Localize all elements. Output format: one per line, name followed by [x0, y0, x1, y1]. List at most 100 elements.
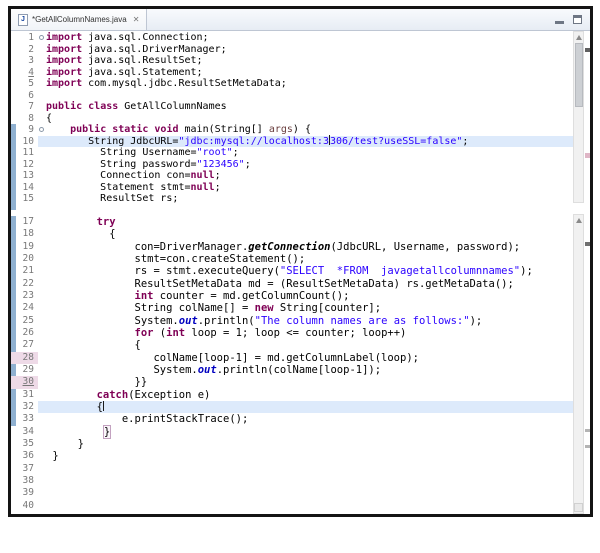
- code-line[interactable]: 27 {: [11, 339, 573, 351]
- line-number[interactable]: 9: [11, 124, 38, 136]
- code-line[interactable]: 29 System.out.println(colName[loop-1]);: [11, 364, 573, 376]
- line-number[interactable]: 27: [11, 339, 38, 351]
- code-line[interactable]: 8{: [11, 113, 573, 125]
- code-line[interactable]: 2 import java.sql.DriverManager;: [11, 44, 573, 56]
- fold-marker-icon[interactable]: [38, 32, 46, 44]
- line-number[interactable]: 20: [11, 253, 38, 265]
- overview-ruler[interactable]: [585, 31, 590, 514]
- code-line[interactable]: 7 public class GetAllColumnNames: [11, 101, 573, 113]
- line-number[interactable]: 2: [11, 44, 38, 56]
- line-number[interactable]: 23: [11, 290, 38, 302]
- scrollbar-end-box[interactable]: [574, 503, 583, 512]
- scrollbar-track-top[interactable]: [573, 31, 584, 203]
- line-number[interactable]: 38: [11, 475, 38, 487]
- code-line[interactable]: 37: [11, 463, 573, 475]
- code-line[interactable]: 13 Connection con=null;: [11, 170, 573, 182]
- code-line[interactable]: 12 String password="123456";: [11, 159, 573, 171]
- code-line[interactable]: 15 ResultSet rs;: [11, 193, 573, 205]
- line-number[interactable]: 24: [11, 302, 38, 314]
- code-line[interactable]: 28 colName[loop-1] = md.getColumnLabel(l…: [11, 351, 573, 364]
- code-line[interactable]: 25 System.out.println("The column names …: [11, 315, 573, 327]
- annotation-mark[interactable]: [585, 153, 590, 158]
- line-number[interactable]: [11, 205, 38, 217]
- line-number[interactable]: 40: [11, 500, 38, 512]
- code-line[interactable]: 14 Statement stmt=null;: [11, 182, 573, 194]
- line-number[interactable]: 10: [11, 136, 38, 148]
- code-line[interactable]: 9 public static void main(String[] args)…: [11, 124, 573, 136]
- code-editor[interactable]: 1 import java.sql.Connection; 2 import java…: [11, 31, 590, 514]
- line-number[interactable]: 31: [11, 389, 38, 401]
- line-number[interactable]: 7: [11, 101, 38, 113]
- line-number[interactable]: 5: [11, 78, 38, 90]
- scroll-up-arrow-icon[interactable]: [576, 35, 582, 40]
- code-line[interactable]: 24 String colName[] = new String[counter…: [11, 302, 573, 314]
- code-line[interactable]: 35 }: [11, 438, 573, 450]
- line-number[interactable]: 15: [11, 193, 38, 205]
- line-number[interactable]: 25: [11, 315, 38, 327]
- line-number[interactable]: 37: [11, 463, 38, 475]
- code-line[interactable]: 26 for (int loop = 1; loop <= counter; l…: [11, 327, 573, 339]
- scrollbar-thumb[interactable]: [575, 43, 583, 107]
- code-line[interactable]: 33 e.printStackTrace();: [11, 413, 573, 425]
- line-number[interactable]: 3: [11, 55, 38, 67]
- line-number[interactable]: 6: [11, 90, 38, 102]
- line-number[interactable]: 13: [11, 170, 38, 182]
- code-line[interactable]: 4 import java.sql.Statement;: [11, 67, 573, 79]
- tab-close-icon[interactable]: ✕: [133, 15, 140, 24]
- minimize-icon[interactable]: [555, 20, 564, 24]
- code-line[interactable]: 39: [11, 487, 573, 499]
- code-line[interactable]: 23 int counter = md.getColumnCount();: [11, 290, 573, 302]
- code-line[interactable]: 5 import com.mysql.jdbc.ResultSetMetaData…: [11, 78, 573, 90]
- code-line[interactable]: 36 }: [11, 450, 573, 462]
- line-number[interactable]: 35: [11, 438, 38, 450]
- code-line[interactable]: 40: [11, 500, 573, 512]
- code-line[interactable]: 19 con=DriverManager.getConnection(JdbcU…: [11, 241, 573, 253]
- code-line[interactable]: 21 rs = stmt.executeQuery("SELECT *FROM …: [11, 265, 573, 277]
- code-line[interactable]: [11, 205, 573, 217]
- line-number[interactable]: 4: [11, 67, 38, 79]
- code-text: for (int loop = 1; loop <= counter; loop…: [134, 326, 407, 339]
- maximize-icon[interactable]: [573, 15, 582, 24]
- code-line[interactable]: 34 }: [11, 424, 573, 439]
- code-line[interactable]: 31 catch(Exception e): [11, 389, 573, 401]
- line-number[interactable]: 29: [11, 364, 38, 376]
- code-line[interactable]: 17 try: [11, 216, 573, 228]
- code-line[interactable]: 11 String Username="root";: [11, 147, 573, 159]
- code-line[interactable]: 30 }}: [11, 376, 573, 389]
- line-number[interactable]: 14: [11, 182, 38, 194]
- line-number[interactable]: 36: [11, 450, 38, 462]
- line-number[interactable]: 33: [11, 413, 38, 425]
- code-line[interactable]: 10 String JdbcURL="jdbc:mysql://localhos…: [11, 134, 573, 148]
- annotation-mark[interactable]: [585, 48, 590, 52]
- line-number[interactable]: 11: [11, 147, 38, 159]
- line-number[interactable]: 28: [11, 351, 38, 364]
- line-number[interactable]: 21: [11, 265, 38, 277]
- fold-marker-icon[interactable]: [38, 124, 46, 136]
- line-number[interactable]: 22: [11, 278, 38, 290]
- line-number[interactable]: 39: [11, 487, 38, 499]
- line-number[interactable]: 34: [11, 426, 38, 438]
- annotation-mark[interactable]: [585, 445, 590, 448]
- tab-getallcolumnnames[interactable]: J *GetAllColumnNames.java ✕: [11, 9, 148, 30]
- annotation-mark[interactable]: [585, 429, 590, 432]
- code-line[interactable]: 22 ResultSetMetaData md = (ResultSetMeta…: [11, 278, 573, 290]
- line-number[interactable]: 18: [11, 228, 38, 240]
- code-line[interactable]: 3 import java.sql.ResultSet;: [11, 55, 573, 67]
- line-number[interactable]: 17: [11, 216, 38, 228]
- scroll-up-arrow-icon[interactable]: [576, 218, 582, 223]
- line-number[interactable]: 19: [11, 241, 38, 253]
- code-line[interactable]: 32 {: [11, 400, 573, 414]
- scrollbar-track-bottom[interactable]: [573, 214, 584, 514]
- annotation-mark[interactable]: [585, 242, 590, 246]
- code-line[interactable]: 6: [11, 90, 573, 102]
- line-number[interactable]: 8: [11, 113, 38, 125]
- line-number[interactable]: 30: [11, 376, 38, 389]
- line-number[interactable]: 12: [11, 159, 38, 171]
- code-line[interactable]: 18 {: [11, 228, 573, 240]
- code-line[interactable]: 20 stmt=con.createStatement();: [11, 253, 573, 265]
- code-line[interactable]: 1 import java.sql.Connection;: [11, 32, 573, 44]
- line-number[interactable]: 1: [11, 32, 38, 44]
- line-number[interactable]: 26: [11, 327, 38, 339]
- line-number[interactable]: 32: [11, 401, 38, 413]
- code-line[interactable]: 38: [11, 475, 573, 487]
